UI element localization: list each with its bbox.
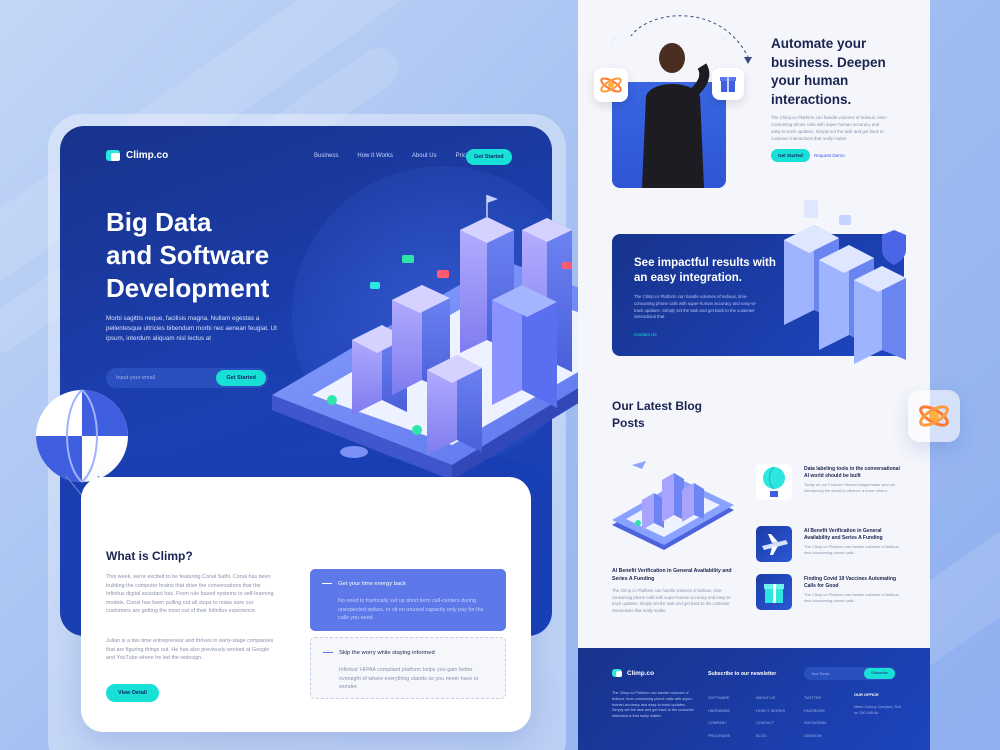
feature-dash-icon bbox=[323, 652, 333, 653]
footer-brand-name: Climp.co bbox=[627, 669, 654, 677]
atom-icon bbox=[919, 405, 949, 427]
floating-atom-card bbox=[908, 390, 960, 442]
results-description: The Climp.co Platform can handle volumes… bbox=[634, 294, 757, 320]
blog-item-title: AI Benefit Verification in General Avail… bbox=[804, 528, 883, 542]
footer-link[interactable]: HARDWARE bbox=[708, 705, 730, 718]
footer: Climp.co The Climp.co Platform can handl… bbox=[578, 648, 930, 750]
person-illustration bbox=[642, 43, 710, 188]
blog-list-item[interactable]: Finding Covid 19 Vaccines Automating Cal… bbox=[756, 574, 906, 612]
results-title: See impactful results with an easy integ… bbox=[634, 257, 776, 284]
footer-description: The Climp.co Platform can handle volumes… bbox=[612, 691, 694, 719]
feature-body: Infinitus' HIPAA compliant platform help… bbox=[339, 667, 479, 691]
atom-icon bbox=[600, 77, 622, 93]
office-address: Mario Colony Complex, Sch on 290 345 Ak bbox=[854, 705, 902, 715]
footer-column: ABOUT US HOW IT WORKS CONTACT BLOG bbox=[756, 692, 785, 742]
main-nav: Business How It Works About Us Pricing bbox=[314, 153, 474, 159]
footer-column: SOFTWARE HARDWARE COMPANY PROGRAMS bbox=[708, 692, 730, 742]
logo-icon bbox=[106, 150, 120, 161]
brand-name: Climp.co bbox=[126, 150, 169, 161]
footer-link[interactable]: TWITTER bbox=[804, 692, 826, 705]
contact-us-link[interactable]: Contact Us bbox=[634, 332, 657, 337]
footer-link[interactable]: COMPANY bbox=[708, 717, 730, 730]
server-illustration bbox=[784, 200, 906, 364]
feature-card-active[interactable]: Get your time energy back No need to fra… bbox=[310, 569, 506, 631]
hero-get-started-button[interactable]: Get Started bbox=[216, 370, 266, 386]
nav-get-started-button[interactable]: Get Started bbox=[466, 149, 512, 165]
blog-item-title: Finding Covid 19 Vaccines Automating Cal… bbox=[804, 576, 897, 590]
right-page: Automate your business. Deepen your huma… bbox=[578, 0, 930, 750]
office-title: OUR OFFICE bbox=[854, 692, 879, 697]
hero-email-input[interactable] bbox=[116, 368, 216, 388]
blog-item-title: Data labeling tools in the conversationa… bbox=[804, 466, 900, 480]
footer-link[interactable]: LINKEDIN bbox=[804, 730, 826, 743]
brand-logo[interactable]: Climp.co bbox=[106, 150, 168, 161]
feature-card[interactable]: Skip the worry while staying informed In… bbox=[310, 637, 506, 699]
footer-link[interactable]: BLOG bbox=[756, 730, 785, 743]
nav-link-about-us[interactable]: About Us bbox=[412, 153, 437, 159]
gift-icon-card bbox=[712, 68, 744, 100]
blog-list-item[interactable]: AI Benefit Verification in General Avail… bbox=[756, 526, 906, 564]
nav-link-business[interactable]: Business bbox=[314, 153, 338, 159]
blog-thumbnail bbox=[756, 526, 792, 562]
nav-link-how-it-works[interactable]: How It Works bbox=[357, 153, 393, 159]
footer-link[interactable]: CONTACT bbox=[756, 717, 785, 730]
newsletter-email-input[interactable] bbox=[811, 667, 861, 680]
footer-link[interactable]: ABOUT US bbox=[756, 692, 785, 705]
footer-link[interactable]: INSTAGRAM bbox=[804, 717, 826, 730]
gift-icon bbox=[720, 77, 736, 92]
automate-get-started-button[interactable]: Get Started bbox=[771, 149, 810, 162]
blog-thumbnail bbox=[756, 464, 792, 500]
newsletter-form: Subscribe bbox=[804, 667, 896, 680]
feature-title: Skip the worry while staying informed bbox=[339, 650, 435, 656]
subscribe-button[interactable]: Subscribe bbox=[864, 668, 895, 679]
blog-item-description: The Climp.co Platform can handle volumes… bbox=[804, 544, 900, 555]
newsletter-title: Subscribe to our newsletter bbox=[708, 671, 777, 677]
view-detail-button[interactable]: View Detail bbox=[106, 684, 159, 702]
feature-dash-icon bbox=[322, 583, 332, 584]
about-paragraph: This week, we're excited to be featuring… bbox=[106, 574, 274, 615]
airplane-icon bbox=[762, 534, 788, 555]
about-card: What is Climp? This week, we're excited … bbox=[81, 477, 531, 732]
footer-link[interactable]: SOFTWARE bbox=[708, 692, 730, 705]
automate-description: The Climp.co Platform can handle volumes… bbox=[771, 115, 888, 141]
balloon-icon bbox=[763, 466, 785, 497]
footer-link[interactable]: FACEBOOK bbox=[804, 705, 826, 718]
request-demo-link[interactable]: Request Demo bbox=[814, 153, 845, 158]
blog-thumbnail bbox=[756, 574, 792, 610]
feature-body: No need to frantically set up short term… bbox=[338, 598, 484, 622]
footer-link[interactable]: HOW IT WORKS bbox=[756, 705, 785, 718]
hero-description: Morbi sagittis neque, facilisis magna. N… bbox=[106, 315, 277, 342]
blog-featured-title[interactable]: AI Benefit Verification in General Avail… bbox=[612, 568, 734, 584]
product-icon-card bbox=[594, 68, 628, 102]
footer-link[interactable]: PROGRAMS bbox=[708, 730, 730, 743]
feature-title: Get your time energy back bbox=[338, 581, 406, 587]
hero-email-form: Get Started bbox=[106, 368, 268, 388]
blog-list-item[interactable]: Data labeling tools in the conversationa… bbox=[756, 464, 906, 502]
person-photo bbox=[612, 36, 726, 188]
blog-section-title: Our Latest Blog Posts bbox=[612, 399, 703, 430]
about-paragraph: Julian is a two time entrepreneur and th… bbox=[106, 638, 274, 662]
footer-column: TWITTER FACEBOOK INSTAGRAM LINKEDIN bbox=[804, 692, 826, 742]
blog-featured-image[interactable] bbox=[612, 455, 734, 555]
footer-brand-logo[interactable]: Climp.co bbox=[612, 669, 654, 677]
logo-icon bbox=[612, 669, 622, 677]
about-title: What is Climp? bbox=[106, 549, 193, 563]
blog-item-description: Today on our Founder Stream Mappercase w… bbox=[804, 482, 895, 493]
blog-item-description: The Climp.co Platform can handle volumes… bbox=[804, 592, 900, 603]
gift-box-icon bbox=[764, 584, 784, 603]
automate-title: Automate your business. Deepen your huma… bbox=[771, 36, 886, 107]
blog-featured-description: The Climp.co Platform can handle volumes… bbox=[612, 588, 732, 613]
